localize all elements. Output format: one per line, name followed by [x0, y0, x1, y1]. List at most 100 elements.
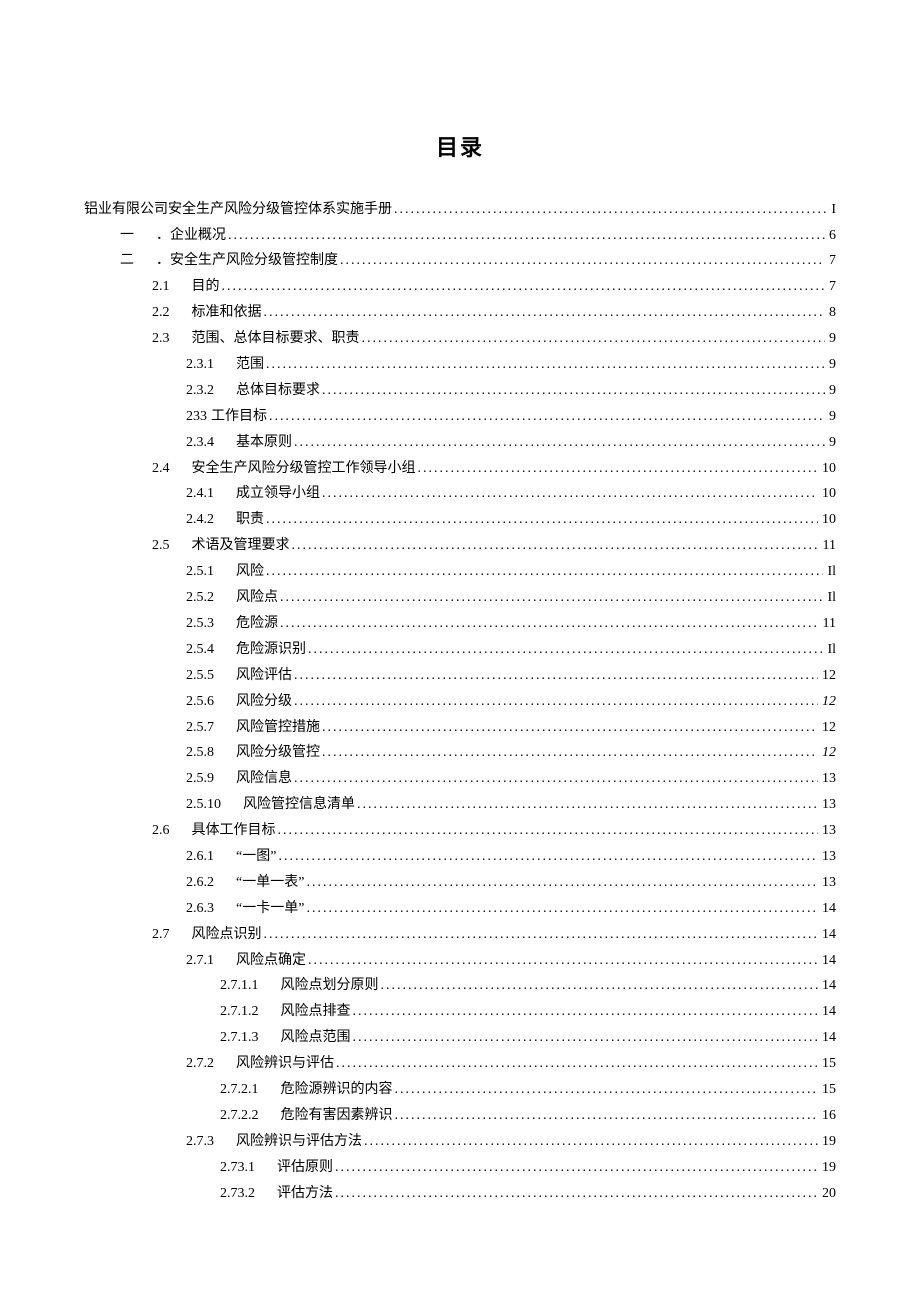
toc-entry-text: 标准和依据: [192, 300, 264, 326]
toc-entry: 2.7.2.2危险有害因素辨识16: [84, 1103, 836, 1129]
toc-entry-label: 2.3: [152, 326, 174, 352]
toc-leader-dots: [353, 1025, 819, 1051]
toc-entry-label: 2.7.1.1: [220, 973, 263, 999]
toc-entry: 2.2标准和依据8: [84, 300, 836, 326]
toc-entry-text: 危险有害因素辨识: [281, 1103, 395, 1129]
toc-entry-label: 2.6.2: [186, 870, 218, 896]
toc-entry: 2.7.1.3风险点范围14: [84, 1025, 836, 1051]
toc-leader-dots: [353, 999, 819, 1025]
toc-entry-text: 基本原则: [236, 430, 294, 456]
toc-entry-page: 9: [825, 430, 836, 456]
toc-leader-dots: [278, 818, 819, 844]
toc-entry-text: 风险点确定: [236, 948, 308, 974]
toc-entry-page: 14: [818, 922, 836, 948]
toc-entry: 2.4.2职责10: [84, 507, 836, 533]
toc-leader-dots: [280, 585, 823, 611]
toc-entry-text: 风险点: [236, 585, 280, 611]
toc-entry-page: 13: [818, 844, 836, 870]
toc-entry-label: 2.3.1: [186, 352, 218, 378]
toc-entry-label: 2.7: [152, 922, 174, 948]
toc-entry-page: 19: [818, 1155, 836, 1181]
toc-leader-dots: [294, 766, 818, 792]
toc-entry-text: ．安全生产风险分级管控制度: [156, 248, 340, 274]
toc-entry: 2.7风险点识别14: [84, 922, 836, 948]
toc-entry-label: 2.5.3: [186, 611, 218, 637]
toc-entry-page: 14: [818, 999, 836, 1025]
toc-leader-dots: [294, 430, 825, 456]
toc-entry-label: 2.6.1: [186, 844, 218, 870]
toc-entry: 二．安全生产风险分级管控制度7: [84, 248, 836, 274]
toc-entry: 2.5.5风险评估12: [84, 663, 836, 689]
toc-leader-dots: [322, 740, 818, 766]
toc-entry-text: 风险辨识与评估: [236, 1051, 336, 1077]
toc-entry-page: 7: [825, 248, 836, 274]
toc-entry-text: 评估原则: [277, 1155, 335, 1181]
toc-entry-page: 14: [818, 896, 836, 922]
toc-leader-dots: [381, 973, 819, 999]
document-page: 目录 铝业有限公司安全生产风险分级管控体系实施手册I一．企业概况6二．安全生产风…: [0, 0, 920, 1301]
toc-entry-text: 风险管控信息清单: [243, 792, 357, 818]
toc-entry-page: 19: [818, 1129, 836, 1155]
toc-leader-dots: [306, 870, 818, 896]
toc-entry-label: 2.7.2: [186, 1051, 218, 1077]
toc-entry: 2.73.1评估原则19: [84, 1155, 836, 1181]
toc-entry-page: 12: [818, 740, 836, 766]
toc-entry-text: 铝业有限公司安全生产风险分级管控体系实施手册: [84, 197, 394, 223]
toc-leader-dots: [308, 637, 823, 663]
toc-entry-text: 目的: [192, 274, 222, 300]
toc-entry: 2.6.3 “一卡一单” 14: [84, 896, 836, 922]
toc-entry-text: 危险源: [236, 611, 280, 637]
toc-entry-page: 15: [818, 1051, 836, 1077]
toc-entry-text: 风险: [236, 559, 266, 585]
toc-entry-text: 范围、总体目标要求、职责: [192, 326, 362, 352]
toc-leader-dots: [394, 197, 827, 223]
toc-entry: 2.4.1成立领导小组10: [84, 481, 836, 507]
toc-leader-dots: [362, 326, 826, 352]
toc-entry-text: 风险点划分原则: [281, 973, 381, 999]
toc-leader-dots: [322, 378, 825, 404]
toc-leader-dots: [222, 274, 826, 300]
toc-leader-dots: [322, 715, 818, 741]
toc-entry-text: 安全生产风险分级管控工作领导小组: [192, 456, 418, 482]
toc-entry-text: 具体工作目标: [192, 818, 278, 844]
toc-entry: 2.5.1风险Il: [84, 559, 836, 585]
toc-entry-page: 7: [825, 274, 836, 300]
toc-title: 目录: [84, 128, 836, 169]
toc-entry: 2.7.1.1风险点划分原则14: [84, 973, 836, 999]
toc-leader-dots: [308, 948, 818, 974]
toc-entry-label: 一: [120, 223, 138, 249]
toc-leader-dots: [294, 689, 818, 715]
toc-entry: 2.1目的7: [84, 274, 836, 300]
toc-leader-dots: [266, 507, 818, 533]
toc-leader-dots: [269, 404, 825, 430]
toc-entry-label: 2.5.9: [186, 766, 218, 792]
toc-entry-label: 2.5.8: [186, 740, 218, 766]
toc-entry: 2.7.1风险点确定14: [84, 948, 836, 974]
toc-entry-page: 12: [818, 689, 836, 715]
toc-entry-page: 16: [818, 1103, 836, 1129]
toc-entry-page: Il: [823, 585, 836, 611]
toc-entry-page: 15: [818, 1077, 836, 1103]
toc-entry-label: 2.7.1.2: [220, 999, 263, 1025]
toc-entry-page: 11: [819, 533, 836, 559]
toc-entry-text: “一卡一单”: [236, 896, 306, 922]
toc-entry-label: 2.5.1: [186, 559, 218, 585]
toc-leader-dots: [278, 844, 818, 870]
toc-entry-label: 2.6.3: [186, 896, 218, 922]
toc-entry-text: 危险源辨识的内容: [281, 1077, 395, 1103]
toc-entry: 2.5.3危险源11: [84, 611, 836, 637]
toc-entry: 2.5.6风险分级12: [84, 689, 836, 715]
toc-entry-page: 10: [818, 481, 836, 507]
toc-leader-dots: [292, 533, 819, 559]
toc-entry-label: 2.5: [152, 533, 174, 559]
toc-entry-page: 9: [825, 352, 836, 378]
toc-entry: 2.3.1范围9: [84, 352, 836, 378]
toc-entry-page: 14: [818, 1025, 836, 1051]
toc-leader-dots: [357, 792, 818, 818]
toc-entry-label: 2.7.1.3: [220, 1025, 263, 1051]
toc-entry-page: 10: [818, 507, 836, 533]
toc-leader-dots: [340, 248, 825, 274]
toc-entry-page: 13: [818, 766, 836, 792]
toc-entry-text: 术语及管理要求: [192, 533, 292, 559]
toc-leader-dots: [294, 663, 818, 689]
